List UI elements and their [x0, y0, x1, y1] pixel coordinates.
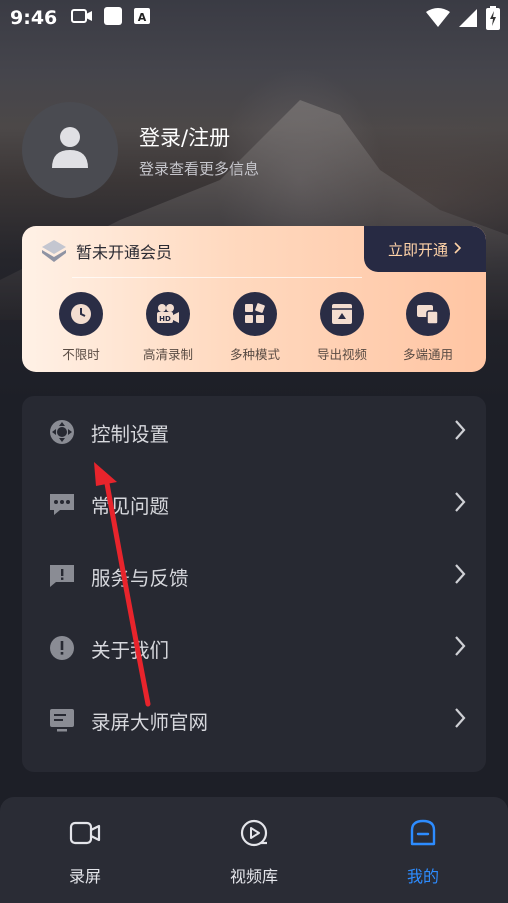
menu-item-official-website[interactable]: 录屏大师官网 — [22, 684, 486, 756]
vip-badge-icon — [40, 238, 68, 268]
video-camera-icon — [71, 7, 93, 29]
profile-subtitle: 登录查看更多信息 — [139, 160, 260, 178]
vip-feature-label: 导出视频 — [316, 347, 367, 362]
menu-item-faq[interactable]: 常见问题 — [22, 468, 486, 540]
vip-feature-unlimited: 不限时 — [41, 292, 121, 363]
a-notification-icon: A — [133, 7, 151, 30]
bottom-navigation: 录屏 视频库 我的 — [0, 797, 508, 903]
menu-item-label: 关于我们 — [91, 638, 170, 662]
control-settings-icon — [48, 418, 76, 446]
info-exclamation-icon — [48, 634, 76, 662]
feedback-icon — [48, 562, 76, 590]
settings-menu: 控制设置 常见问题 服务与反馈 关于我们 录屏大师官网 — [22, 396, 486, 772]
chevron-right-icon — [454, 419, 466, 445]
record-camera-icon — [30, 815, 140, 851]
tab-record[interactable]: 录屏 — [30, 815, 140, 887]
tab-label: 我的 — [406, 867, 439, 886]
svg-text:A: A — [138, 11, 147, 24]
vip-feature-hd-recording: HD 高清录制 — [128, 292, 208, 363]
menu-item-label: 常见问题 — [91, 494, 170, 518]
menu-item-label: 服务与反馈 — [91, 566, 189, 590]
video-library-icon — [199, 815, 309, 851]
open-vip-button[interactable]: 立即开通 — [364, 226, 486, 272]
tab-video-library[interactable]: 视频库 — [199, 815, 309, 887]
export-video-icon — [320, 292, 364, 336]
battery-charging-icon — [486, 6, 500, 35]
vip-status-text: 暂未开通会员 — [76, 243, 173, 262]
profile-tab-icon — [368, 815, 478, 851]
chevron-right-icon — [454, 491, 466, 517]
vip-feature-export: 导出视频 — [302, 292, 382, 363]
open-vip-label: 立即开通 — [387, 240, 448, 259]
chevron-right-icon — [454, 707, 466, 733]
menu-item-service-feedback[interactable]: 服务与反馈 — [22, 540, 486, 612]
grid-icon — [233, 292, 277, 336]
menu-item-about-us[interactable]: 关于我们 — [22, 612, 486, 684]
svg-text:HD: HD — [159, 315, 171, 323]
tab-label: 录屏 — [68, 867, 101, 886]
chevron-right-icon — [454, 635, 466, 661]
chevron-right-icon — [454, 563, 466, 589]
vip-card[interactable]: 暂未开通会员 立即开通 不限时 HD 高清录制 多种模式 导出视频 多端通用 — [22, 226, 486, 372]
login-register-link[interactable]: 登录/注册 — [139, 122, 230, 152]
chat-dots-icon — [48, 490, 76, 518]
white-square-icon — [103, 6, 123, 31]
chevron-right-icon — [454, 240, 462, 258]
menu-item-label: 录屏大师官网 — [91, 710, 209, 734]
menu-item-label: 控制设置 — [91, 422, 170, 446]
tab-mine[interactable]: 我的 — [368, 815, 478, 887]
vip-feature-label: 不限时 — [62, 347, 100, 362]
vip-feature-label: 多端通用 — [402, 347, 453, 362]
user-icon — [50, 126, 90, 174]
signal-icon — [458, 8, 478, 33]
tab-label: 视频库 — [229, 867, 278, 886]
menu-item-control-settings[interactable]: 控制设置 — [22, 396, 486, 468]
vip-feature-label: 高清录制 — [142, 347, 193, 362]
avatar[interactable] — [22, 102, 118, 198]
website-icon — [48, 706, 76, 734]
status-bar: 9:46 A — [0, 0, 508, 36]
vip-feature-modes: 多种模式 — [215, 292, 295, 363]
multi-device-icon — [406, 292, 450, 336]
wifi-icon — [426, 8, 450, 33]
vip-feature-label: 多种模式 — [229, 347, 280, 362]
vip-divider — [72, 277, 362, 278]
hd-camera-icon: HD — [146, 292, 190, 336]
status-time: 9:46 — [10, 7, 58, 29]
vip-feature-multi-device: 多端通用 — [388, 292, 468, 363]
clock-icon — [59, 292, 103, 336]
